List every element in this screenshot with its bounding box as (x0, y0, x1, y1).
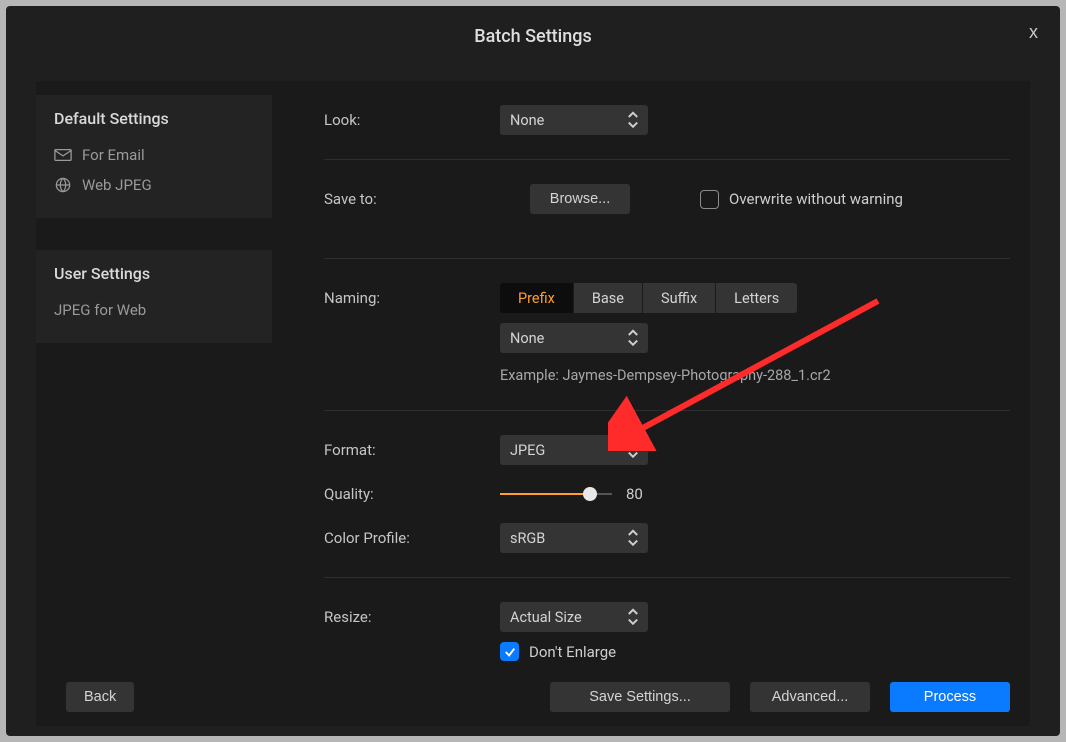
default-settings-title: Default Settings (54, 109, 254, 128)
color-profile-label: Color Profile: (324, 529, 500, 547)
separator (324, 258, 1010, 259)
naming-label: Naming: (324, 289, 500, 307)
bottom-bar: Save Settings... Advanced... Process (550, 682, 1010, 712)
user-settings-title: User Settings (54, 264, 254, 283)
default-settings-group: Default Settings For Email Web JPEG (36, 95, 272, 218)
content-area: Default Settings For Email Web JPEG User… (36, 81, 1030, 726)
save-to-label: Save to: (324, 190, 500, 208)
color-profile-value: sRGB (510, 530, 545, 547)
settings-panel: Look: None Save to: Browse... Overwrite … (272, 81, 1030, 726)
naming-value: None (510, 330, 544, 347)
sidebar-item-label: For Email (82, 146, 145, 164)
sidebar: Default Settings For Email Web JPEG User… (36, 81, 272, 726)
process-button[interactable]: Process (890, 682, 1010, 712)
quality-value: 80 (626, 485, 643, 503)
overwrite-checkbox[interactable] (700, 190, 719, 209)
titlebar: Batch Settings x (6, 6, 1060, 66)
seg-base[interactable]: Base (574, 283, 642, 313)
sidebar-item-jpeg-for-web[interactable]: JPEG for Web (54, 295, 254, 325)
format-select[interactable]: JPEG (500, 435, 648, 465)
resize-value: Actual Size (510, 609, 582, 626)
separator (324, 159, 1010, 160)
overwrite-checkbox-wrap[interactable]: Overwrite without warning (700, 190, 903, 209)
look-label: Look: (324, 111, 500, 129)
look-value: None (510, 112, 544, 129)
chevron-updown-icon (626, 607, 640, 627)
dont-enlarge-checkbox[interactable] (500, 642, 519, 661)
quality-slider[interactable] (500, 486, 612, 502)
seg-letters[interactable]: Letters (716, 283, 797, 313)
chevron-updown-icon (626, 110, 640, 130)
close-icon[interactable]: x (1029, 22, 1038, 43)
browse-button[interactable]: Browse... (530, 184, 630, 214)
naming-select[interactable]: None (500, 323, 648, 353)
advanced-button[interactable]: Advanced... (750, 682, 870, 712)
seg-prefix[interactable]: Prefix (500, 283, 573, 313)
sidebar-item-web-jpeg[interactable]: Web JPEG (54, 170, 254, 200)
save-settings-button[interactable]: Save Settings... (550, 682, 730, 712)
quality-label: Quality: (324, 485, 500, 503)
overwrite-label: Overwrite without warning (729, 190, 903, 208)
chevron-updown-icon (626, 528, 640, 548)
color-profile-select[interactable]: sRGB (500, 523, 648, 553)
back-button[interactable]: Back (66, 682, 134, 712)
chevron-updown-icon (626, 440, 640, 460)
slider-thumb[interactable] (583, 487, 597, 501)
format-value: JPEG (510, 442, 545, 459)
globe-icon (54, 178, 72, 192)
separator (324, 410, 1010, 411)
sidebar-item-label: Web JPEG (82, 176, 152, 194)
user-settings-group: User Settings JPEG for Web (36, 250, 272, 343)
separator (324, 577, 1010, 578)
dont-enlarge-label: Don't Enlarge (529, 643, 616, 661)
seg-suffix[interactable]: Suffix (643, 283, 715, 313)
chevron-updown-icon (626, 328, 640, 348)
resize-select[interactable]: Actual Size (500, 602, 648, 632)
dont-enlarge-wrap[interactable]: Don't Enlarge (500, 642, 616, 661)
batch-settings-window: Batch Settings x Default Settings For Em… (6, 6, 1060, 736)
format-label: Format: (324, 441, 500, 459)
naming-segmented: Prefix Base Suffix Letters (500, 283, 797, 313)
mail-icon (54, 148, 72, 162)
window-title: Batch Settings (474, 26, 592, 47)
sidebar-item-label: JPEG for Web (54, 301, 146, 319)
resize-label: Resize: (324, 608, 500, 626)
naming-example: Example: Jaymes-Dempsey-Photography-288_… (500, 367, 1010, 384)
look-select[interactable]: None (500, 105, 648, 135)
sidebar-item-for-email[interactable]: For Email (54, 140, 254, 170)
